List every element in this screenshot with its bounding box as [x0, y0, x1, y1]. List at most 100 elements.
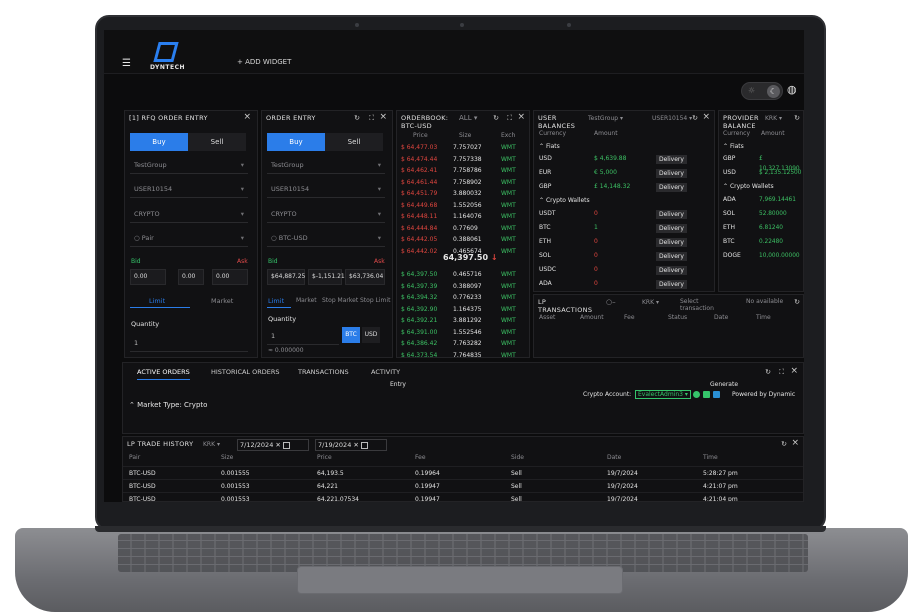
quantity-input[interactable]: 1: [130, 334, 248, 352]
expand-icon[interactable]: ⛶: [369, 114, 374, 123]
crypto-account-select[interactable]: EvalectAdmin3 ▾: [635, 390, 691, 399]
delivery-button[interactable]: Delivery: [656, 210, 687, 219]
group-select[interactable]: TestGroup ▾: [130, 156, 248, 174]
tab-transactions[interactable]: TRANSACTIONS: [298, 368, 349, 376]
tab-activity[interactable]: ACTIVITY: [371, 368, 400, 376]
asset-select[interactable]: CRYPTO ▾: [267, 205, 385, 223]
delivery-button[interactable]: Delivery: [656, 280, 687, 289]
market-type-group[interactable]: ⌃ Market Type: Crypto: [129, 401, 207, 409]
sell-button[interactable]: Sell: [325, 133, 383, 151]
close-icon[interactable]: ×: [791, 438, 799, 448]
refresh-icon[interactable]: ↻: [692, 114, 698, 122]
fiats-section[interactable]: ⌃ Fiats: [539, 143, 560, 150]
tab-limit[interactable]: Limit: [268, 297, 284, 305]
quantity-input[interactable]: 1: [267, 327, 339, 345]
from-date-input[interactable]: 7/12/2024 ✕: [237, 439, 309, 451]
delivery-button[interactable]: Delivery: [656, 169, 687, 178]
orderbook-row[interactable]: $ 64,444.84 0.77609 WMT: [397, 224, 527, 234]
orderbook-row[interactable]: $ 64,392.90 1.164375 WMT: [397, 305, 527, 315]
orderbook-row[interactable]: $ 64,462.41 7.758786 WMT: [397, 166, 527, 176]
table-row[interactable]: BTC-USD 0.001553 64,221.07534 0.19947 Sell 19…: [123, 492, 803, 501]
table-row[interactable]: BTC-USD 0.001553 64,221 0.19947 Sell 19/7/202…: [123, 479, 803, 492]
buy-button[interactable]: Buy: [267, 133, 325, 151]
btc-unit-button[interactable]: BTC: [342, 327, 360, 343]
refresh-icon[interactable]: ↻: [765, 368, 771, 376]
group-select[interactable]: TestGroup ▾: [267, 156, 385, 174]
pair-select[interactable]: ○ Pair ▾: [130, 229, 248, 247]
crypto-wallets-section[interactable]: ⌃ Crypto Wallets: [723, 183, 774, 190]
tab-limit[interactable]: Limit: [149, 297, 165, 305]
clear-icon[interactable]: ✕: [353, 441, 358, 449]
close-icon[interactable]: ×: [517, 112, 525, 122]
orderbook-row[interactable]: $ 64,394.32 0.776233 WMT: [397, 293, 527, 303]
orderbook-row[interactable]: $ 64,474.44 7.757338 WMT: [397, 155, 527, 165]
delivery-button[interactable]: Delivery: [656, 266, 687, 275]
close-icon[interactable]: ×: [379, 112, 387, 122]
panel-title: [1] RFQ ORDER ENTRY: [129, 114, 208, 122]
select-transaction[interactable]: Select transaction: [680, 298, 730, 312]
buy-button[interactable]: Buy: [130, 133, 188, 151]
generate-label[interactable]: Generate: [710, 381, 738, 388]
refresh-icon[interactable]: ↻: [493, 114, 499, 122]
close-icon[interactable]: ×: [790, 366, 798, 376]
tab-stop-limit[interactable]: Stop Limit: [360, 297, 390, 304]
orderbook-row[interactable]: $ 64,442.05 0.388061 WMT: [397, 235, 527, 245]
orderbook-row[interactable]: $ 64,397.50 0.465716 WMT: [397, 270, 527, 280]
globe-icon[interactable]: ◍: [787, 83, 797, 96]
orderbook-row[interactable]: $ 64,477.03 7.757027 WMT: [397, 143, 527, 153]
hamburger-menu-icon[interactable]: ☰: [122, 58, 131, 69]
expand-icon[interactable]: ⛶: [507, 114, 512, 123]
fiats-section[interactable]: ⌃ Fiats: [723, 143, 744, 150]
orderbook-row[interactable]: $ 64,449.68 1.552056 WMT: [397, 201, 527, 211]
provider-select[interactable]: KRK ▾: [203, 441, 220, 448]
delivery-button[interactable]: Delivery: [656, 238, 687, 247]
asset-select[interactable]: CRYPTO ▾: [130, 205, 248, 223]
calendar-icon[interactable]: [360, 441, 368, 449]
tab-stop-market[interactable]: Stop Market: [322, 297, 358, 304]
toggle-icon[interactable]: ○–: [606, 298, 616, 306]
add-widget-button[interactable]: + ADD WIDGET: [237, 58, 291, 66]
crypto-wallets-section[interactable]: ⌃ Crypto Wallets: [539, 197, 590, 204]
tab-historical-orders[interactable]: HISTORICAL ORDERS: [211, 368, 280, 376]
refresh-icon[interactable]: ↻: [354, 114, 360, 122]
orderbook-row[interactable]: $ 64,448.11 1.164076 WMT: [397, 212, 527, 222]
user-select[interactable]: USER10154 ▾: [267, 180, 385, 198]
orderbook-row[interactable]: $ 64,386.42 7.763282 WMT: [397, 339, 527, 349]
refresh-icon[interactable]: ↻: [794, 114, 800, 122]
pair-select[interactable]: ○ BTC-USD ▾: [267, 229, 385, 247]
orderbook-row[interactable]: $ 64,461.44 7.758902 WMT: [397, 178, 527, 188]
clear-icon[interactable]: ✕: [275, 441, 280, 449]
delivery-button[interactable]: Delivery: [656, 155, 687, 164]
delivery-button[interactable]: Delivery: [656, 252, 687, 261]
usd-unit-button[interactable]: USD: [362, 327, 380, 343]
orderbook-row[interactable]: $ 64,397.39 0.388097 WMT: [397, 282, 527, 292]
tab-active-orders[interactable]: ACTIVE ORDERS: [137, 368, 190, 380]
chevron-down-icon: ▾: [377, 161, 381, 169]
sell-button[interactable]: Sell: [188, 133, 246, 151]
orderbook-row[interactable]: $ 64,373.54 7.764835 WMT: [397, 351, 527, 358]
user-select[interactable]: USER10154 ▾: [130, 180, 248, 198]
delivery-button[interactable]: Delivery: [656, 224, 687, 233]
refresh-icon[interactable]: ↻: [794, 298, 800, 306]
balance-row: ETH 6.81240: [719, 223, 803, 233]
orderbook-row[interactable]: $ 64,391.00 1.552546 WMT: [397, 328, 527, 338]
calendar-icon[interactable]: [282, 441, 290, 449]
theme-toggle[interactable]: ☼ ☾: [741, 82, 783, 100]
close-icon[interactable]: ×: [243, 112, 251, 122]
to-date-input[interactable]: 7/19/2024 ✕: [315, 439, 387, 451]
provider-select[interactable]: KRK ▾: [642, 299, 659, 306]
filter-select[interactable]: ALL ▾: [459, 114, 477, 122]
orderbook-row[interactable]: $ 64,392.21 3.881292 WMT: [397, 316, 527, 326]
expand-icon[interactable]: ⛶: [779, 368, 784, 377]
close-icon[interactable]: ×: [702, 112, 710, 122]
tab-market[interactable]: Market: [211, 297, 233, 305]
orderbook-row[interactable]: $ 64,451.79 3.880032 WMT: [397, 189, 527, 199]
refresh-icon[interactable]: ↻: [781, 440, 787, 448]
table-row[interactable]: BTC-USD 0.001555 64,193.5 0.19964 Sell 19/7/2…: [123, 466, 803, 479]
tab-market[interactable]: Market: [296, 297, 317, 304]
group-select[interactable]: TestGroup ▾: [588, 115, 623, 122]
delivery-button[interactable]: Delivery: [656, 183, 687, 192]
provider-select[interactable]: KRK ▾: [765, 115, 782, 122]
user-select[interactable]: USER10154 ▾: [652, 115, 692, 122]
amount-cell: 0: [594, 252, 598, 259]
